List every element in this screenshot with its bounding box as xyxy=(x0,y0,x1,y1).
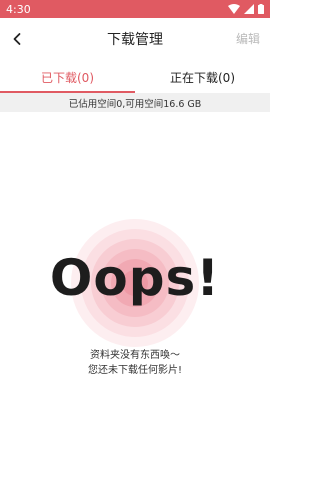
chevron-left-icon xyxy=(13,33,21,45)
tab-downloading[interactable]: 正在下载(0) xyxy=(135,62,270,92)
empty-message-line-2: 您还未下载任何影片! xyxy=(87,365,182,376)
status-bar: 4:30 xyxy=(0,0,270,18)
storage-text: 已佔用空间0,可用空间16.6 GB xyxy=(68,98,202,110)
wifi-icon xyxy=(228,4,240,14)
signal-icon xyxy=(244,4,254,14)
back-button[interactable] xyxy=(6,28,28,50)
empty-state-message: 资料夹没有东西喚～ 您还未下载任何影片! xyxy=(0,348,270,378)
status-time: 4:30 xyxy=(6,2,31,16)
empty-state-headline: Oops! xyxy=(49,249,221,307)
tab-downloaded[interactable]: 已下载(0) xyxy=(0,62,135,93)
edit-button[interactable]: 编辑 xyxy=(236,30,260,47)
download-tabs: 已下载(0) 正在下载(0) xyxy=(0,62,270,93)
empty-message-line-1: 资料夹没有东西喚～ xyxy=(90,350,180,361)
nav-bar: 下载管理 编辑 xyxy=(0,18,270,60)
battery-icon xyxy=(258,4,264,14)
page-title: 下载管理 xyxy=(107,32,163,48)
storage-info: 已佔用空间0,可用空间16.6 GB xyxy=(0,93,270,112)
status-icons xyxy=(228,4,264,14)
